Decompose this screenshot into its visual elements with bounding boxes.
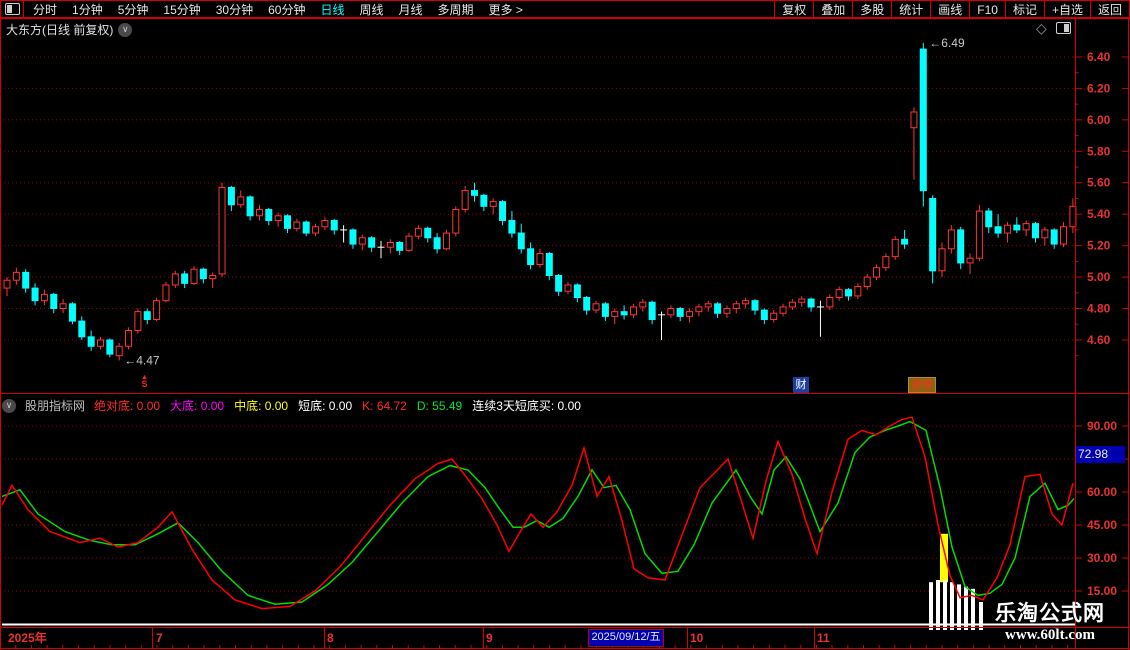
indicator-header: ∨ 股朋指标网 绝对底: 0.00 大底: 0.00 中底: 0.00 短底: 0.0… — [2, 397, 591, 414]
menu-item-fuquan[interactable]: 复权 — [774, 1, 813, 17]
panel-left-icon — [4, 3, 20, 15]
signal-letter: S — [141, 379, 148, 389]
indicator-field-4: K: 64.72 — [362, 399, 407, 413]
menu-item-multi-stock[interactable]: 多股 — [852, 1, 891, 17]
price-axis-label: 5.60 — [1087, 176, 1111, 190]
indicator-field-2: 中底: 0.00 — [234, 399, 289, 413]
menu-item-add-watchlist[interactable]: +自选 — [1043, 1, 1090, 17]
price-axis-label: 6.20 — [1087, 81, 1111, 95]
svg-text:←4.47: ←4.47 — [124, 353, 160, 367]
menu-item-draw-line[interactable]: 画线 — [930, 1, 969, 17]
chart-canvas[interactable]: ←6.49 ←4.47 6.40 6.20 6.00 5.80 5.60 5.40 5.20 5.… — [0, 0, 1130, 650]
top-menu-bar: 分时 1分钟 5分钟 15分钟 30分钟 60分钟 日线 周线 月线 多周期 更… — [0, 0, 1130, 18]
watermark-url: www.60lt.com — [1005, 627, 1095, 643]
menu-item-fenshi[interactable]: 分时 — [33, 1, 57, 18]
menu-item-back[interactable]: 返回 — [1089, 1, 1129, 17]
menu-item-statistics[interactable]: 统计 — [891, 1, 930, 17]
title-right-icons: ◇ — [1036, 21, 1071, 35]
indicator-field-1: 大底: 0.00 — [170, 399, 225, 413]
buy-signal-marker: ▲ S — [141, 374, 148, 389]
indicator-name: 股朋指标网 — [25, 399, 86, 413]
layout-toggle-button[interactable] — [1, 1, 24, 17]
month-label: 9 — [486, 631, 493, 645]
period-menu: 分时 1分钟 5分钟 15分钟 30分钟 60分钟 日线 周线 月线 多周期 更… — [33, 1, 523, 18]
diamond-icon[interactable]: ◇ — [1036, 21, 1047, 35]
cai-news-badge[interactable]: 财 — [793, 377, 809, 393]
menu-item-more[interactable]: 更多 > — [489, 1, 523, 18]
month-label: 10 — [690, 631, 704, 645]
month-label: 11 — [817, 631, 830, 645]
menu-item-monthly[interactable]: 月线 — [399, 1, 423, 18]
indicator-value-marker: 72.98 — [1076, 446, 1125, 463]
indicator-axis-label: 30.00 — [1087, 551, 1117, 565]
year-label: 2025年 — [8, 630, 47, 645]
menu-item-60min[interactable]: 60分钟 — [268, 1, 305, 18]
menu-item-f10[interactable]: F10 — [969, 1, 1005, 17]
price-axis-label: 5.40 — [1087, 207, 1111, 221]
chevron-down-icon[interactable]: ∨ — [118, 22, 133, 37]
menu-item-overlay[interactable]: 叠加 — [813, 1, 852, 17]
indicator-field-6: 连续3天短底买: 0.00 — [472, 399, 581, 413]
menu-item-1min[interactable]: 1分钟 — [72, 1, 103, 18]
menu-item-mark[interactable]: 标记 — [1004, 1, 1044, 17]
menu-item-multi-period[interactable]: 多周期 — [438, 1, 474, 18]
menu-item-15min[interactable]: 15分钟 — [163, 1, 200, 18]
price-axis-label: 6.40 — [1087, 50, 1111, 64]
svg-text:←6.49: ←6.49 — [929, 36, 965, 50]
month-label: 7 — [156, 631, 163, 645]
indicator-field-3: 短底: 0.00 — [298, 399, 353, 413]
menu-item-5min[interactable]: 5分钟 — [118, 1, 149, 18]
price-axis-label: 5.00 — [1087, 270, 1111, 284]
zhangbang-badge[interactable]: 涨榜 — [908, 377, 936, 393]
price-axis-label: 4.60 — [1087, 333, 1111, 347]
indicator-axis-label: 90.00 — [1087, 419, 1117, 433]
indicator-field-5: D: 55.49 — [416, 399, 463, 413]
menu-item-30min[interactable]: 30分钟 — [216, 1, 253, 18]
price-axis-label: 5.80 — [1087, 144, 1111, 158]
price-axis-label: 6.00 — [1087, 113, 1111, 127]
trading-app-window: ←6.49 ←4.47 6.40 6.20 6.00 5.80 5.60 5.40 5.20 5.… — [0, 0, 1130, 650]
menu-item-weekly[interactable]: 周线 — [359, 1, 383, 18]
chart-title-row: 大东方(日线 前复权) ∨ — [6, 21, 133, 38]
panel-right-icon[interactable] — [1055, 22, 1071, 34]
indicator-axis-label: 15.00 — [1087, 584, 1117, 598]
indicator-axis-label: 45.00 — [1087, 518, 1117, 532]
indicator-field-0: 绝对底: 0.00 — [94, 399, 161, 413]
price-axis-label: 4.80 — [1087, 302, 1111, 316]
watermark: 乐淘公式网 www.60lt.com — [985, 601, 1115, 644]
chart-title: 大东方(日线 前复权) — [6, 23, 114, 37]
indicator-chevron-down-icon[interactable]: ∨ — [2, 398, 16, 413]
watermark-cn: 乐淘公式网 — [995, 602, 1105, 625]
menu-item-daily[interactable]: 日线 — [320, 1, 344, 18]
selected-date-box: 2025/09/12/五 — [588, 629, 664, 647]
indicator-fields: 绝对底: 0.00 大底: 0.00 中底: 0.00 短底: 0.00 K: 64.7… — [94, 397, 591, 414]
indicator-axis-label: 60.00 — [1087, 485, 1117, 499]
price-axis-label: 5.20 — [1087, 239, 1111, 253]
tools-menu: 复权 叠加 多股 统计 画线 F10 标记 +自选 返回 — [774, 1, 1129, 17]
month-label: 8 — [327, 631, 334, 645]
